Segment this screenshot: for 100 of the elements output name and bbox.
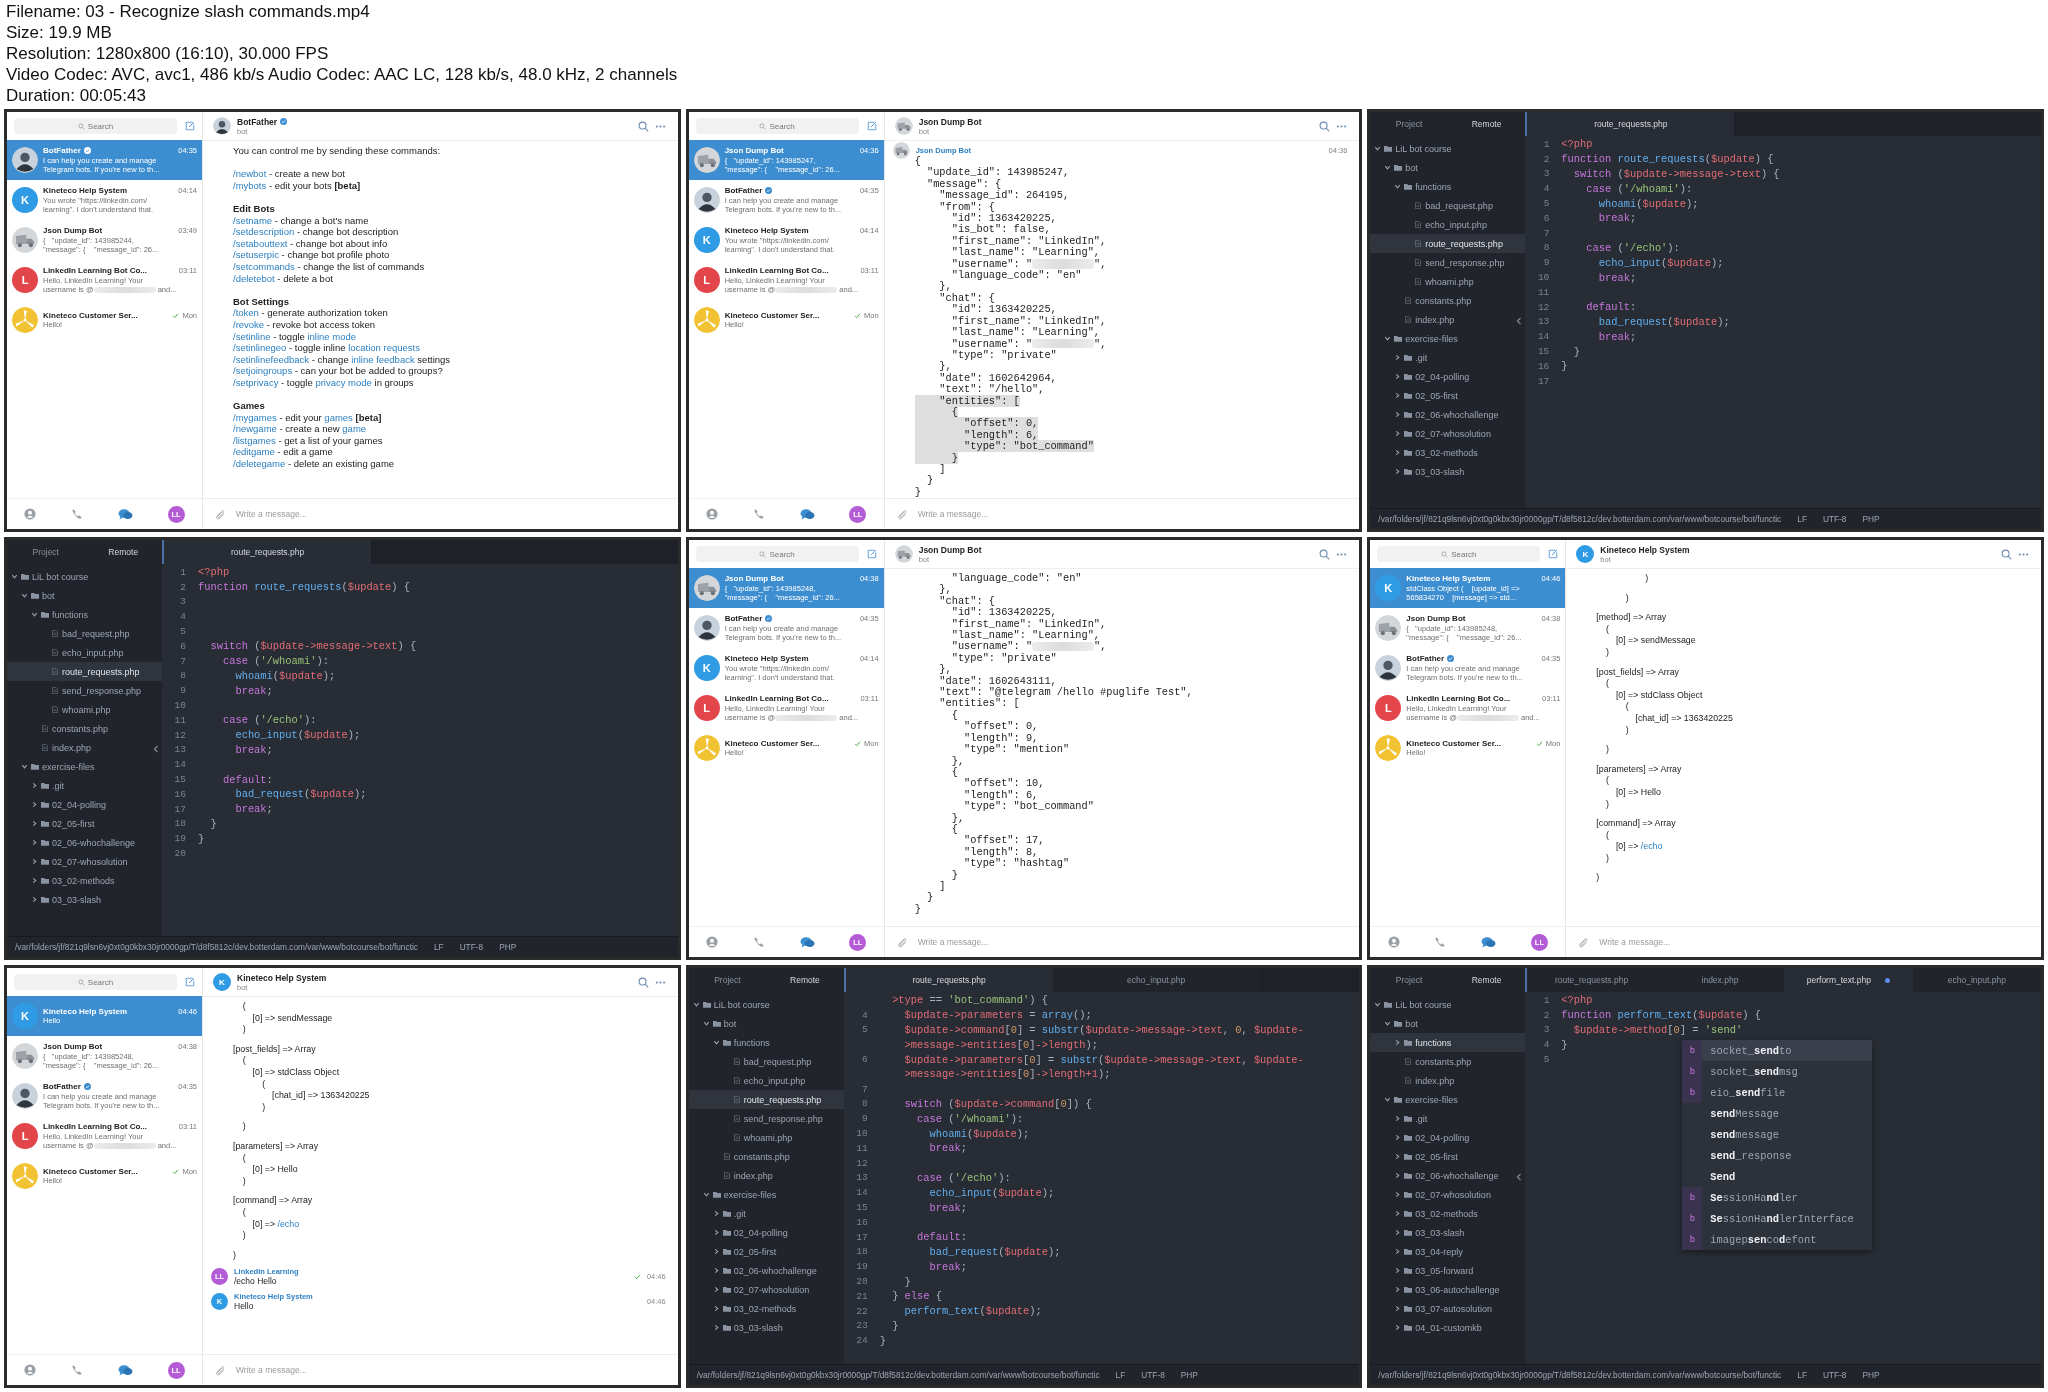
command-link[interactable]: /setuserpic [233,249,279,261]
search-icon[interactable] [1319,120,1331,132]
tree-item[interactable]: 03_02-methods [7,871,162,890]
command-link[interactable]: /listgames [233,434,276,446]
command-link[interactable]: /deletebot [233,272,275,284]
tree-item[interactable]: whoami.php [688,1128,844,1147]
command-link[interactable]: /echo [277,1218,300,1229]
command-link[interactable]: /token [233,307,259,319]
message-field[interactable]: Write a message... [917,935,1348,949]
search-field[interactable]: Search [695,118,859,134]
autocomplete-item[interactable]: b imagepsencodefont [1682,1229,1873,1250]
status-item[interactable]: PHP [1180,1370,1198,1380]
tree-item[interactable]: whoami.php [1370,272,1526,291]
status-item[interactable]: PHP [1862,1370,1880,1380]
contacts-icon[interactable] [24,1364,37,1376]
status-item[interactable]: UTF-8 [1141,1370,1165,1380]
command-link[interactable]: /setinline [233,330,271,342]
tree-item[interactable]: bad_request.php [688,1052,844,1071]
command-link[interactable]: /newgame [233,423,277,435]
tree-item[interactable]: route_requests.php [7,662,162,681]
compose-icon[interactable] [866,121,877,131]
command-link[interactable]: /setname [233,214,273,226]
autocomplete-item[interactable]: sendMessage [1682,1103,1873,1124]
tree-item[interactable]: 02_05-first [688,1242,844,1261]
command-link[interactable]: /newbot [233,168,267,180]
tree-item[interactable]: send_response.php [688,1109,844,1128]
chats-icon[interactable] [1481,935,1497,949]
status-item[interactable]: LF [433,942,444,952]
file-tab[interactable]: route_requests.php [1527,112,1735,136]
panel-tab[interactable]: Remote [766,968,844,992]
contacts-icon[interactable] [706,936,719,948]
autocomplete-item[interactable]: b socket_sendto [1682,1040,1873,1061]
autocomplete-item[interactable]: b SessionHandler [1682,1187,1873,1208]
tree-item[interactable]: send_response.php [1370,253,1526,272]
autocomplete-item[interactable]: send_response [1682,1145,1873,1166]
tree-item[interactable]: 02_06-whochallenge [1370,1166,1526,1185]
phone-icon[interactable] [752,936,765,948]
phone-icon[interactable] [752,508,765,520]
autocomplete-item[interactable]: b socket_sendmsg [1682,1061,1873,1082]
tree-item[interactable]: 03_06-autochallenge [1370,1280,1526,1299]
phone-icon[interactable] [71,1364,84,1376]
tree-item[interactable]: 03_02-methods [1370,1204,1526,1223]
compose-icon[interactable] [866,549,877,559]
command-link[interactable]: games [324,411,353,423]
panel-tab[interactable]: Project [688,968,767,992]
search-field[interactable]: Search [695,546,859,562]
compose-icon[interactable] [185,121,195,131]
tree-item[interactable]: 03_03-slash [7,890,162,909]
tree-item[interactable]: 02_06-whochallenge [1370,405,1526,424]
tree-item[interactable]: bot [688,1014,844,1033]
command-link[interactable]: /setjoingroups [233,365,293,377]
status-item[interactable]: LF [1115,1370,1126,1380]
chats-icon[interactable] [799,507,815,521]
command-link[interactable]: /editgame [233,446,275,458]
tree-item[interactable]: index.php [7,738,162,757]
tree-item[interactable]: exercise-files [7,757,162,776]
command-link[interactable]: location requests [348,342,420,354]
search-icon[interactable] [1319,548,1331,560]
command-link[interactable]: inline mode [307,330,357,342]
tree-item[interactable]: 03_02-methods [688,1299,844,1318]
tree-item[interactable]: exercise-files [1370,1090,1526,1109]
autocomplete-item[interactable]: sendmessage [1682,1124,1873,1145]
tree-item[interactable]: 02_07-whosolution [688,1280,844,1299]
compose-icon[interactable] [185,977,195,987]
tree-item[interactable]: send_response.php [7,681,162,700]
autocomplete-item[interactable]: Send [1682,1166,1873,1187]
tree-item[interactable]: index.php [688,1166,844,1185]
message-field[interactable]: Write a message... [236,507,666,521]
tree-item[interactable]: 02_04-polling [1370,367,1526,386]
file-tab[interactable]: route_requests.php [164,540,371,564]
collapse-handle-icon[interactable] [152,744,160,754]
tree-item[interactable]: 02_06-whochallenge [7,833,162,852]
tree-item[interactable]: 02_05-first [7,814,162,833]
tree-item[interactable]: functions [1370,177,1526,196]
tree-item[interactable]: 02_04-polling [7,795,162,814]
tree-item[interactable]: functions [688,1033,844,1052]
tree-item[interactable]: 02_07-whosolution [1370,424,1526,443]
tree-item[interactable]: 03_07-autosolution [1370,1299,1526,1318]
tree-item[interactable]: LiL bot course [7,567,162,586]
contacts-icon[interactable] [24,508,37,520]
tree-item[interactable]: 02_05-first [1370,1147,1526,1166]
tree-item[interactable]: .git [1370,1109,1526,1128]
search-field[interactable]: Search [14,974,177,990]
tree-item[interactable]: index.php [1370,1071,1526,1090]
status-item[interactable]: UTF-8 [459,942,484,952]
tree-item[interactable]: LiL bot course [1370,139,1526,158]
tree-item[interactable]: 03_05-forward [1370,1261,1526,1280]
panel-tab[interactable]: Remote [84,540,162,564]
tree-item[interactable]: .git [7,776,162,795]
file-tab[interactable]: index.php [1655,968,1785,992]
tree-item[interactable]: 02_05-first [1370,386,1526,405]
tree-item[interactable]: 02_06-whochallenge [688,1261,844,1280]
tree-item[interactable]: 02_04-polling [1370,1128,1526,1147]
command-link[interactable]: game [342,423,367,435]
command-link[interactable]: /setinlinegeo [233,342,287,354]
panel-tab[interactable]: Project [1370,112,1448,136]
tree-item[interactable]: bot [1370,158,1526,177]
tree-item[interactable]: echo_input.php [688,1071,844,1090]
file-tab[interactable]: route_requests.php [1527,968,1656,992]
command-link[interactable]: /setcommands [233,260,295,272]
